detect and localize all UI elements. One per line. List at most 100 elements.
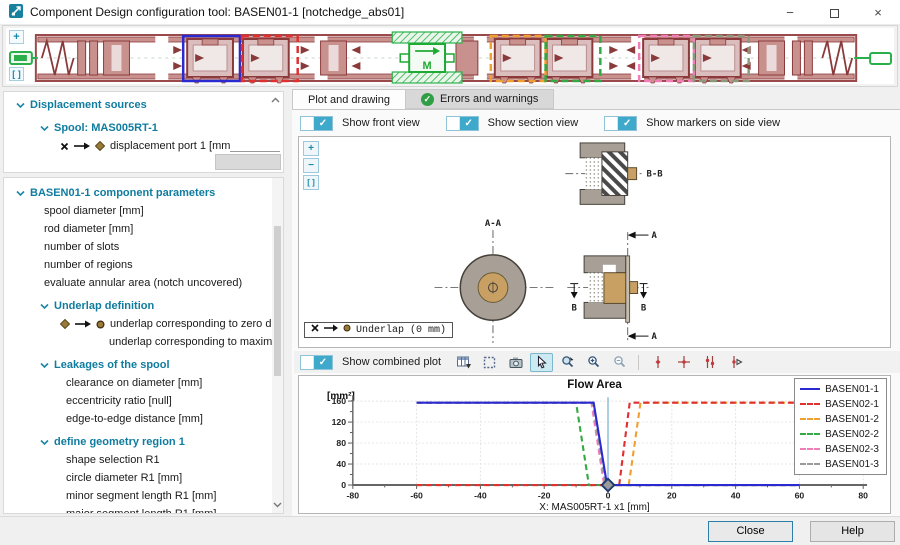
left-port-connector [8, 51, 38, 65]
section-title: Displacement sources [30, 99, 147, 111]
toggle-show-combined-plot[interactable]: ✓ Show combined plot [300, 354, 441, 370]
maximize-button[interactable] [827, 5, 841, 20]
scroll-down-icon[interactable] [273, 499, 282, 511]
component-parameters-card: BASEN01-1 component parameters spool dia… [3, 177, 284, 514]
chevron-down-icon[interactable] [16, 190, 25, 197]
help-button[interactable]: Help [810, 520, 895, 542]
selection-box-icon[interactable] [478, 353, 501, 372]
tree-item[interactable]: edge-to-edge distance [mm] [4, 410, 283, 428]
plot-settings-icon[interactable] [452, 353, 475, 372]
arrow-right-icon [324, 324, 338, 336]
chevron-down-icon[interactable] [40, 303, 49, 310]
snapshot-icon[interactable] [504, 353, 527, 372]
svg-text:80: 80 [858, 491, 868, 501]
legend-line-sample [800, 463, 821, 465]
toggle-switch[interactable]: ✓ [604, 115, 638, 131]
marker-single-icon[interactable] [646, 353, 669, 372]
port-value-slider[interactable] [215, 154, 281, 170]
svg-text:-60: -60 [410, 491, 423, 501]
marker-double-icon[interactable] [698, 353, 721, 372]
tree-section-underlap[interactable]: Underlap definition [4, 297, 283, 315]
tree-item[interactable]: minor segment length R1 [mm] [4, 487, 283, 505]
tab-errors-and-warnings[interactable]: ✓ Errors and warnings [405, 89, 555, 109]
drawing-viewport: + − [ ] B-B A-A A A B B Underlap (0 mm) [298, 136, 891, 348]
tree-item[interactable]: spool diameter [mm] [4, 202, 283, 220]
drawing-zoom-fit-button[interactable]: [ ] [303, 175, 319, 190]
chevron-down-icon[interactable] [16, 102, 25, 109]
svg-text:160: 160 [332, 396, 347, 406]
tree-item[interactable]: clearance on diameter [mm] [4, 374, 283, 392]
strip-zoom-fit-button[interactable]: [ ] [9, 67, 24, 81]
svg-text:A: A [651, 231, 657, 241]
drawing-zoom-out-button[interactable]: − [303, 158, 319, 173]
strip-zoom-in-button[interactable]: + [9, 30, 24, 44]
toggle-label: Show markers on side view [646, 117, 781, 129]
svg-text:B: B [641, 303, 647, 313]
section-label-aa: A-A [485, 219, 502, 229]
tree-node-spool[interactable]: Spool: MAS005RT-1 [4, 119, 283, 137]
tree-item[interactable]: number of slots [4, 238, 283, 256]
chevron-down-icon[interactable] [40, 362, 49, 369]
svg-text:40: 40 [336, 459, 346, 469]
tree-item-label: rod diameter [mm] [44, 223, 134, 235]
component-strip: + [ ] M [2, 25, 898, 87]
tree-item[interactable]: major segment length R1 [mm] [4, 505, 283, 513]
tree-section-leakages[interactable]: Leakages of the spool [4, 356, 283, 374]
flow-area-chart: Flow Area [mm²] -80 -60 -40 -20 0 20 40 60 80 0 40… [298, 375, 891, 514]
tree-item[interactable]: shape selection R1 [4, 451, 283, 469]
right-port-connector [854, 52, 893, 65]
tab-plot-and-drawing[interactable]: Plot and drawing [292, 89, 406, 109]
tree-item[interactable]: number of regions [4, 256, 283, 274]
drawing-zoom-in-button[interactable]: + [303, 141, 319, 156]
toggle-switch[interactable]: ✓ [300, 115, 333, 131]
minimize-button[interactable]: − [783, 5, 797, 20]
toggle-show-section-view[interactable]: ✓ Show section view [445, 115, 578, 131]
zoom-selection-icon[interactable] [556, 353, 579, 372]
toggle-switch[interactable]: ✓ [300, 354, 333, 370]
marker-play-icon[interactable] [724, 353, 747, 372]
tree-item[interactable]: rod diameter [mm] [4, 220, 283, 238]
zoom-out-icon[interactable] [608, 353, 631, 372]
scroll-up-icon[interactable] [271, 94, 280, 106]
legend-line-sample [800, 388, 821, 390]
scrollbar-thumb[interactable] [274, 226, 281, 376]
maximize-icon [829, 8, 839, 18]
displacement-port-input[interactable] [230, 138, 280, 152]
tree-item-label: minor segment length R1 [mm] [66, 490, 217, 502]
tree-section-geometry[interactable]: define geometry region 1 [4, 433, 283, 451]
legend-item: BASEN02-2 [800, 427, 879, 441]
tree-item[interactable]: eccentricity ratio [null] [4, 392, 283, 410]
svg-text:-80: -80 [347, 491, 360, 501]
dialog-footer: Close Help [0, 516, 900, 545]
view-toggles-row: ✓ Show front view ✓ Show section view ✓ … [300, 113, 780, 133]
chevron-down-icon[interactable] [40, 439, 49, 446]
tree-section-displacement[interactable]: Displacement sources [4, 96, 283, 114]
toggle-show-front-view[interactable]: ✓ Show front view [300, 115, 420, 131]
close-window-button[interactable]: × [871, 5, 885, 20]
marker-cross-icon[interactable] [672, 353, 695, 372]
title-bar: Component Design configuration tool: BAS… [0, 0, 900, 25]
tab-bar: Plot and drawing ✓ Errors and warnings [292, 89, 900, 109]
legend-line-sample [800, 433, 821, 435]
toggle-switch[interactable]: ✓ [445, 115, 479, 131]
zoom-in-icon[interactable] [582, 353, 605, 372]
tree-item-label: number of slots [44, 241, 120, 253]
tree-scrollbar[interactable] [272, 178, 283, 513]
toggle-show-markers-side-view[interactable]: ✓ Show markers on side view [604, 115, 781, 131]
displacement-sources-card: Displacement sources Spool: MAS005RT-1 d… [3, 91, 284, 173]
motor-block: M [391, 31, 463, 84]
chevron-down-icon[interactable] [40, 125, 49, 132]
tree-item[interactable]: circle diameter R1 [mm] [4, 469, 283, 487]
app-icon [9, 3, 23, 21]
window-title: Component Design configuration tool: BAS… [30, 5, 405, 19]
close-button[interactable]: Close [708, 520, 793, 542]
tree-item[interactable]: evaluate annular area (notch uncovered) [4, 274, 283, 292]
tree-section-parameters[interactable]: BASEN01-1 component parameters [4, 184, 283, 202]
tab-label: Errors and warnings [439, 93, 539, 105]
svg-text:B: B [572, 303, 578, 313]
pointer-tool-icon[interactable] [530, 352, 554, 372]
tree-item-underlap-max[interactable]: underlap corresponding to maximum are [4, 333, 283, 351]
tab-label: Plot and drawing [308, 93, 390, 106]
tree-item-underlap-zero[interactable]: underlap corresponding to zero displace [4, 315, 283, 333]
svg-text:80: 80 [336, 438, 346, 448]
